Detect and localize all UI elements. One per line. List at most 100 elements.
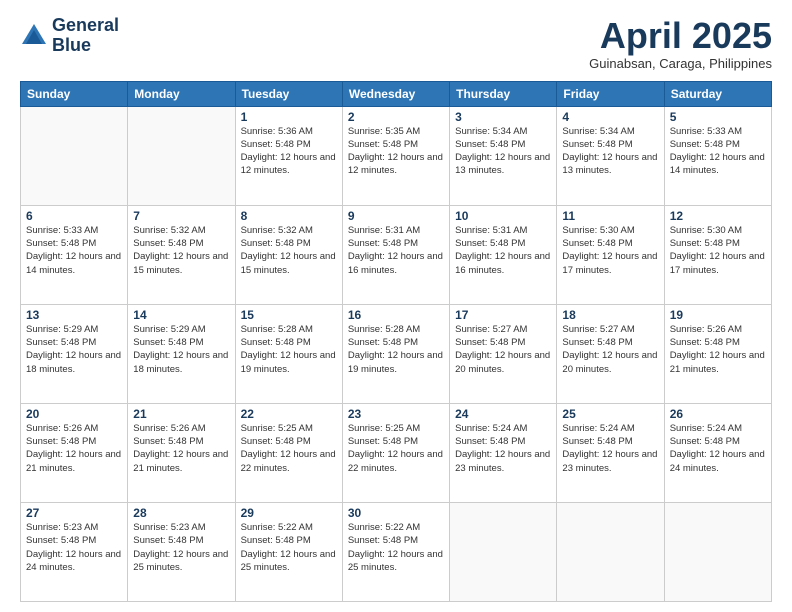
day-number: 11 (562, 209, 658, 223)
calendar-cell: 11Sunrise: 5:30 AMSunset: 5:48 PMDayligh… (557, 205, 664, 304)
day-number: 21 (133, 407, 229, 421)
day-info: Sunrise: 5:26 AMSunset: 5:48 PMDaylight:… (670, 323, 766, 376)
day-number: 8 (241, 209, 337, 223)
day-info: Sunrise: 5:25 AMSunset: 5:48 PMDaylight:… (348, 422, 444, 475)
day-number: 3 (455, 110, 551, 124)
day-info: Sunrise: 5:32 AMSunset: 5:48 PMDaylight:… (133, 224, 229, 277)
day-info: Sunrise: 5:26 AMSunset: 5:48 PMDaylight:… (133, 422, 229, 475)
calendar-cell: 13Sunrise: 5:29 AMSunset: 5:48 PMDayligh… (21, 304, 128, 403)
day-number: 29 (241, 506, 337, 520)
calendar-week-3: 13 Sunrise: 5:29 AMSunset: 5:48 PMDayligh… (21, 304, 772, 403)
calendar-week-1: 1Sunrise: 5:36 AMSunset: 5:48 PMDaylight… (21, 106, 772, 205)
day-number: 9 (348, 209, 444, 223)
day-info: Sunrise: 5:24 AMSunset: 5:48 PMDaylight:… (455, 422, 551, 475)
calendar-cell: 29Sunrise: 5:22 AMSunset: 5:48 PMDayligh… (235, 502, 342, 601)
day-number: 19 (670, 308, 766, 322)
day-info: Sunrise: 5:23 AMSunset: 5:48 PMDaylight:… (133, 521, 229, 574)
calendar-cell (128, 106, 235, 205)
day-number: 10 (455, 209, 551, 223)
day-info: Sunrise: 5:30 AMSunset: 5:48 PMDaylight:… (670, 224, 766, 277)
day-info: Sunrise: 5:33 AMSunset: 5:48 PMDaylight:… (670, 125, 766, 178)
day-number: 27 (26, 506, 122, 520)
day-number: 14 (133, 308, 229, 322)
calendar-cell (450, 502, 557, 601)
weekday-header-saturday: Saturday (664, 81, 771, 106)
logo-icon (20, 22, 48, 50)
day-info: Sunrise: 5:26 AMSunset: 5:48 PMDaylight:… (26, 422, 122, 475)
weekday-header-tuesday: Tuesday (235, 81, 342, 106)
calendar-cell: 10Sunrise: 5:31 AMSunset: 5:48 PMDayligh… (450, 205, 557, 304)
day-number: 30 (348, 506, 444, 520)
day-number: 23 (348, 407, 444, 421)
weekday-header-friday: Friday (557, 81, 664, 106)
calendar-cell: 22Sunrise: 5:25 AMSunset: 5:48 PMDayligh… (235, 403, 342, 502)
calendar-cell: 9Sunrise: 5:31 AMSunset: 5:48 PMDaylight… (342, 205, 449, 304)
calendar-cell: 3Sunrise: 5:34 AMSunset: 5:48 PMDaylight… (450, 106, 557, 205)
day-number: 12 (670, 209, 766, 223)
calendar-week-5: 27Sunrise: 5:23 AMSunset: 5:48 PMDayligh… (21, 502, 772, 601)
day-number: 1 (241, 110, 337, 124)
day-info: Sunrise: 5:23 AMSunset: 5:48 PMDaylight:… (26, 521, 122, 574)
day-info: Sunrise: 5:25 AMSunset: 5:48 PMDaylight:… (241, 422, 337, 475)
day-number: 24 (455, 407, 551, 421)
calendar-cell: 24Sunrise: 5:24 AMSunset: 5:48 PMDayligh… (450, 403, 557, 502)
day-number: 20 (26, 407, 122, 421)
day-number: 6 (26, 209, 122, 223)
day-info: Sunrise: 5:27 AMSunset: 5:48 PMDaylight:… (455, 323, 551, 376)
location-subtitle: Guinabsan, Caraga, Philippines (589, 56, 772, 71)
title-block: April 2025 Guinabsan, Caraga, Philippine… (589, 16, 772, 71)
day-info: Sunrise: 5:34 AMSunset: 5:48 PMDaylight:… (562, 125, 658, 178)
calendar-cell: 28Sunrise: 5:23 AMSunset: 5:48 PMDayligh… (128, 502, 235, 601)
day-number: 7 (133, 209, 229, 223)
weekday-header-wednesday: Wednesday (342, 81, 449, 106)
calendar: SundayMondayTuesdayWednesdayThursdayFrid… (20, 81, 772, 602)
calendar-cell: 1Sunrise: 5:36 AMSunset: 5:48 PMDaylight… (235, 106, 342, 205)
calendar-cell: 15Sunrise: 5:28 AMSunset: 5:48 PMDayligh… (235, 304, 342, 403)
month-title: April 2025 (589, 16, 772, 56)
calendar-cell: 27Sunrise: 5:23 AMSunset: 5:48 PMDayligh… (21, 502, 128, 601)
day-info: Sunrise: 5:29 AMSunset: 5:48 PMDaylight:… (133, 323, 229, 376)
logo-text: General Blue (52, 16, 119, 56)
calendar-header: SundayMondayTuesdayWednesdayThursdayFrid… (21, 81, 772, 106)
logo: General Blue (20, 16, 119, 56)
page: General Blue April 2025 Guinabsan, Carag… (0, 0, 792, 612)
day-info: Sunrise: 5:28 AMSunset: 5:48 PMDaylight:… (348, 323, 444, 376)
day-number: 28 (133, 506, 229, 520)
day-info: Sunrise: 5:31 AMSunset: 5:48 PMDaylight:… (348, 224, 444, 277)
day-number: 26 (670, 407, 766, 421)
day-number: 25 (562, 407, 658, 421)
header: General Blue April 2025 Guinabsan, Carag… (20, 16, 772, 71)
calendar-cell: 21Sunrise: 5:26 AMSunset: 5:48 PMDayligh… (128, 403, 235, 502)
calendar-cell: 25Sunrise: 5:24 AMSunset: 5:48 PMDayligh… (557, 403, 664, 502)
calendar-week-4: 20Sunrise: 5:26 AMSunset: 5:48 PMDayligh… (21, 403, 772, 502)
day-info: Sunrise: 5:32 AMSunset: 5:48 PMDaylight:… (241, 224, 337, 277)
day-number: 22 (241, 407, 337, 421)
calendar-cell (664, 502, 771, 601)
day-info: Sunrise: 5:30 AMSunset: 5:48 PMDaylight:… (562, 224, 658, 277)
calendar-cell: 6Sunrise: 5:33 AMSunset: 5:48 PMDaylight… (21, 205, 128, 304)
day-number: 2 (348, 110, 444, 124)
calendar-cell (21, 106, 128, 205)
calendar-cell: 2Sunrise: 5:35 AMSunset: 5:48 PMDaylight… (342, 106, 449, 205)
calendar-week-2: 6Sunrise: 5:33 AMSunset: 5:48 PMDaylight… (21, 205, 772, 304)
day-info: Sunrise: 5:31 AMSunset: 5:48 PMDaylight:… (455, 224, 551, 277)
calendar-cell: 26Sunrise: 5:24 AMSunset: 5:48 PMDayligh… (664, 403, 771, 502)
day-number: 16 (348, 308, 444, 322)
day-number: 18 (562, 308, 658, 322)
calendar-body: 1Sunrise: 5:36 AMSunset: 5:48 PMDaylight… (21, 106, 772, 601)
calendar-cell: 17Sunrise: 5:27 AMSunset: 5:48 PMDayligh… (450, 304, 557, 403)
day-info: Sunrise: 5:36 AMSunset: 5:48 PMDaylight:… (241, 125, 337, 178)
calendar-cell: 20Sunrise: 5:26 AMSunset: 5:48 PMDayligh… (21, 403, 128, 502)
calendar-cell: 23Sunrise: 5:25 AMSunset: 5:48 PMDayligh… (342, 403, 449, 502)
calendar-cell: 18Sunrise: 5:27 AMSunset: 5:48 PMDayligh… (557, 304, 664, 403)
weekday-header-monday: Monday (128, 81, 235, 106)
day-info: Sunrise: 5:35 AMSunset: 5:48 PMDaylight:… (348, 125, 444, 178)
calendar-cell: 7Sunrise: 5:32 AMSunset: 5:48 PMDaylight… (128, 205, 235, 304)
day-number: 13 (26, 308, 122, 322)
calendar-cell: 19Sunrise: 5:26 AMSunset: 5:48 PMDayligh… (664, 304, 771, 403)
calendar-cell: 12Sunrise: 5:30 AMSunset: 5:48 PMDayligh… (664, 205, 771, 304)
calendar-cell: 5Sunrise: 5:33 AMSunset: 5:48 PMDaylight… (664, 106, 771, 205)
calendar-cell: 16Sunrise: 5:28 AMSunset: 5:48 PMDayligh… (342, 304, 449, 403)
day-info: Sunrise: 5:27 AMSunset: 5:48 PMDaylight:… (562, 323, 658, 376)
day-info: Sunrise: 5:34 AMSunset: 5:48 PMDaylight:… (455, 125, 551, 178)
